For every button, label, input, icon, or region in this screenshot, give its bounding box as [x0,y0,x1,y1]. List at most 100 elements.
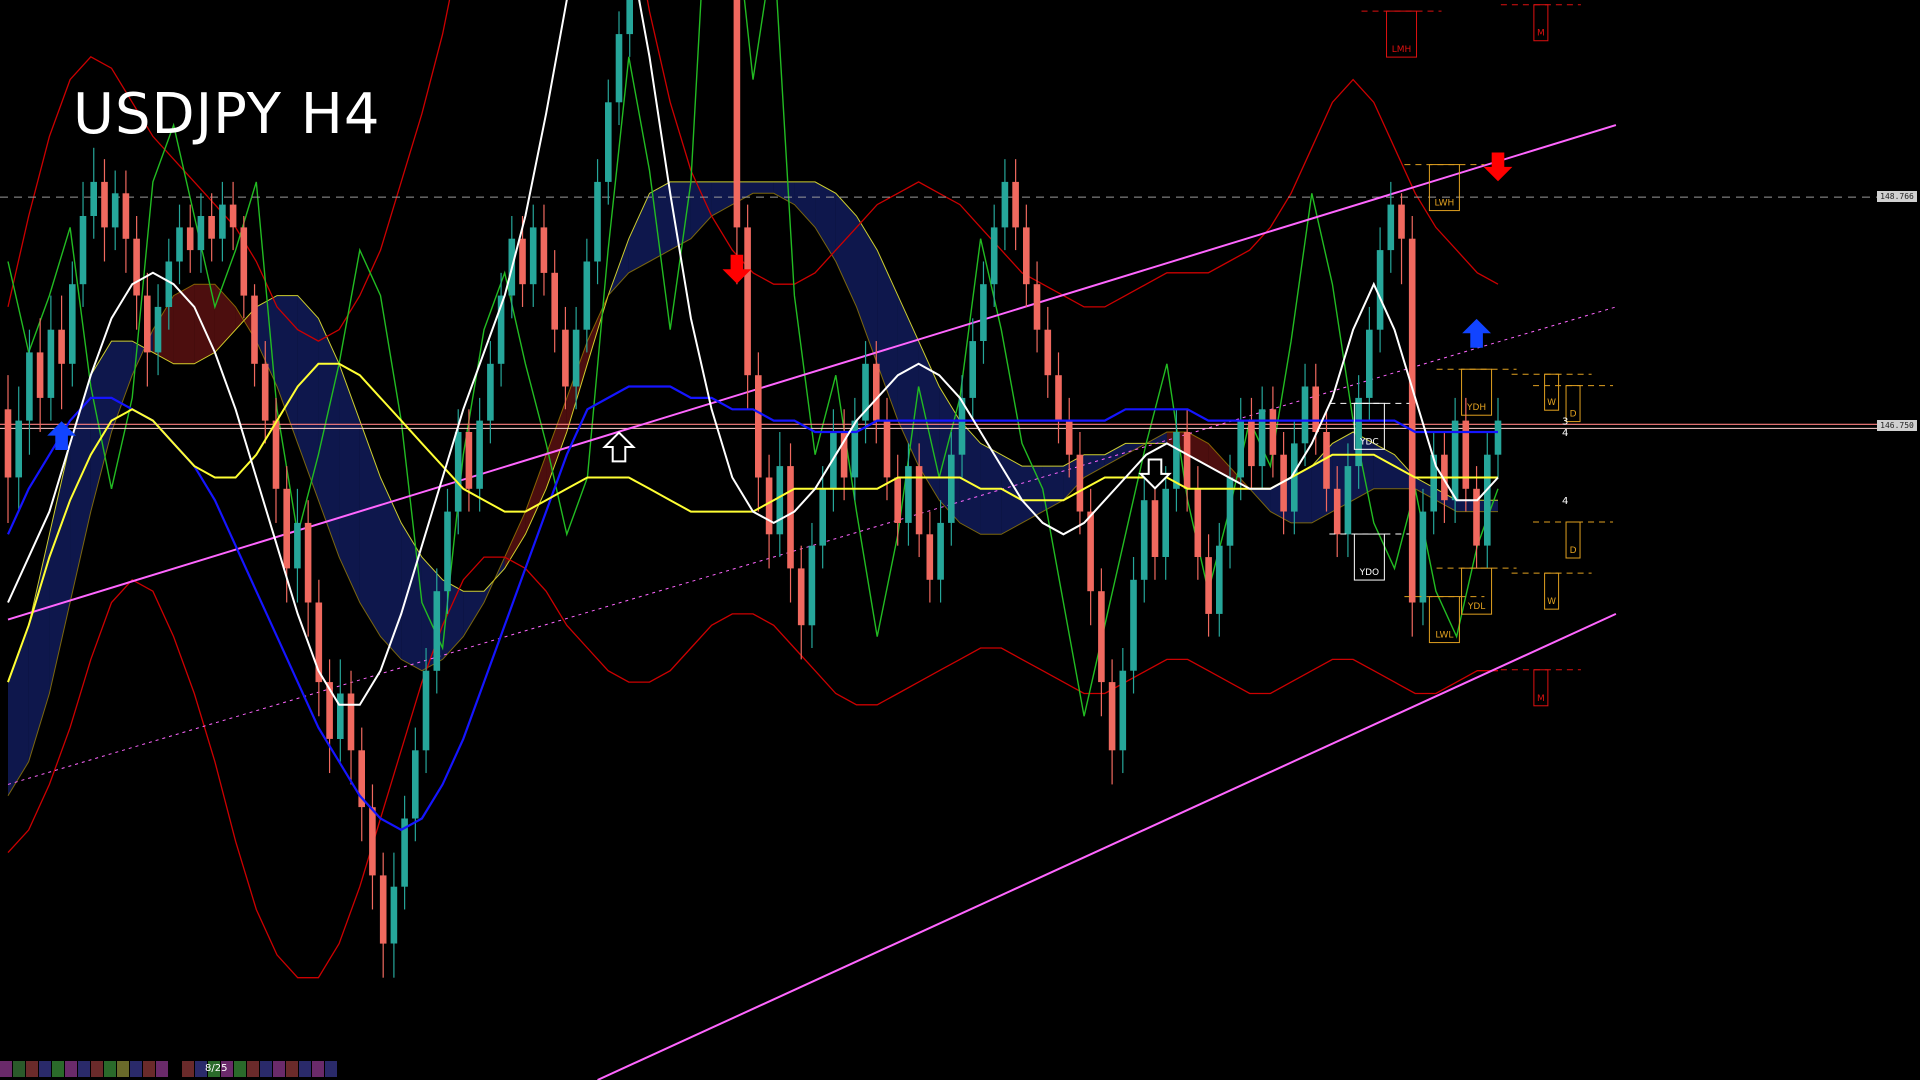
candle-body [69,284,76,364]
status-segment [234,1061,246,1077]
candle-body [444,511,451,592]
candle-body [465,432,473,489]
candle-body [1065,420,1073,455]
candle-body [369,807,376,876]
level-label: LMH [1392,45,1412,55]
candle-body [144,295,151,353]
level-label: D [1570,546,1577,556]
candle-body [454,432,462,512]
candle-body [197,216,205,251]
candle-body [808,545,816,626]
status-segment [156,1061,168,1077]
candle-body [873,363,880,421]
candle-body [1355,397,1362,467]
cloud-segment [815,181,836,262]
candle-body [1001,181,1009,228]
candle-body [186,227,194,251]
candle-body [980,284,987,341]
candle-body [422,670,430,751]
candle-body [1376,250,1384,330]
candle-body [1333,488,1341,535]
chart-title: USDJPY H4 [73,82,381,147]
cloud-segment [401,522,422,671]
cloud-segment [359,420,381,637]
candle-body [1183,432,1191,489]
candle-body [969,341,976,398]
level-label: YDL [1467,602,1485,612]
candle-body [1151,500,1159,557]
candle-body [90,181,97,216]
level-label: YDO [1359,568,1380,578]
candle-body [122,193,130,239]
candle-body [111,193,119,228]
cloud-segment [1022,466,1043,523]
candle-body [776,466,784,535]
level-label: LWL [1435,631,1453,641]
candle-body [1108,682,1116,751]
candle-body [58,329,65,364]
candle-body [1140,500,1148,580]
status-segment [91,1061,103,1077]
cloud-segment [1084,454,1105,478]
candle-body [529,227,537,285]
ichimoku-cloud [7,181,1498,797]
status-segment [169,1061,181,1077]
price-chart[interactable]: LMHMLWHYDH WDYDCYDODYDL WLWLM344 [0,0,1920,1080]
status-segment [78,1061,90,1077]
bands-upper-line [7,0,1499,342]
status-segment [182,1061,194,1077]
status-segment [104,1061,116,1077]
status-segment [286,1061,298,1077]
cloud-segment [773,181,795,205]
cloud-segment [297,295,319,501]
channel-label: 4 [1562,428,1568,439]
price-tag-lower: 146.750 [1877,420,1917,432]
candle-body [1484,454,1491,546]
candle-body [261,363,269,421]
candle-body [915,466,923,535]
status-segment [65,1061,77,1077]
candle-body [1408,238,1416,603]
cloud-segment [1373,443,1395,489]
candle-body [79,216,87,285]
candle-body [15,420,22,478]
candle-body [337,693,344,739]
cloud-segment [711,181,733,216]
cloud-segment [1104,443,1126,467]
level-label: W [1547,597,1556,607]
candle-body [519,238,526,285]
candle-body [1237,420,1244,478]
candle-body [412,750,419,819]
candle-body [1119,670,1127,751]
cloud-segment [214,284,236,353]
candle-body [283,488,290,569]
candle-body [540,227,548,273]
candle-body [990,227,998,285]
level-label: W [1547,398,1556,408]
status-segment [247,1061,259,1077]
candle-body [240,227,248,296]
candle-body [1087,511,1094,592]
arrow-up-blue-icon [1462,318,1491,348]
channel-label: 4 [1562,496,1568,507]
status-segment [299,1061,311,1077]
cloud-segment [835,193,857,307]
status-segment [52,1061,64,1077]
status-segment [0,1061,12,1077]
channel-line-lower [597,612,1617,1080]
cloud-segment [856,216,878,364]
candle-body [1494,420,1502,455]
candle-body [1419,511,1427,603]
arrow-down-red-icon [1483,152,1513,182]
candle-body [1194,488,1202,557]
status-segment [13,1061,25,1077]
candle-body [1098,591,1105,683]
price-tag-upper: 148.766 [1877,191,1917,203]
candle-body [787,466,794,569]
candle-body [583,261,591,330]
cloud-segment [753,181,774,194]
candle-body [1248,420,1255,467]
level-label: M [1537,694,1545,704]
candle-body [219,204,226,239]
candle-body [733,0,741,228]
